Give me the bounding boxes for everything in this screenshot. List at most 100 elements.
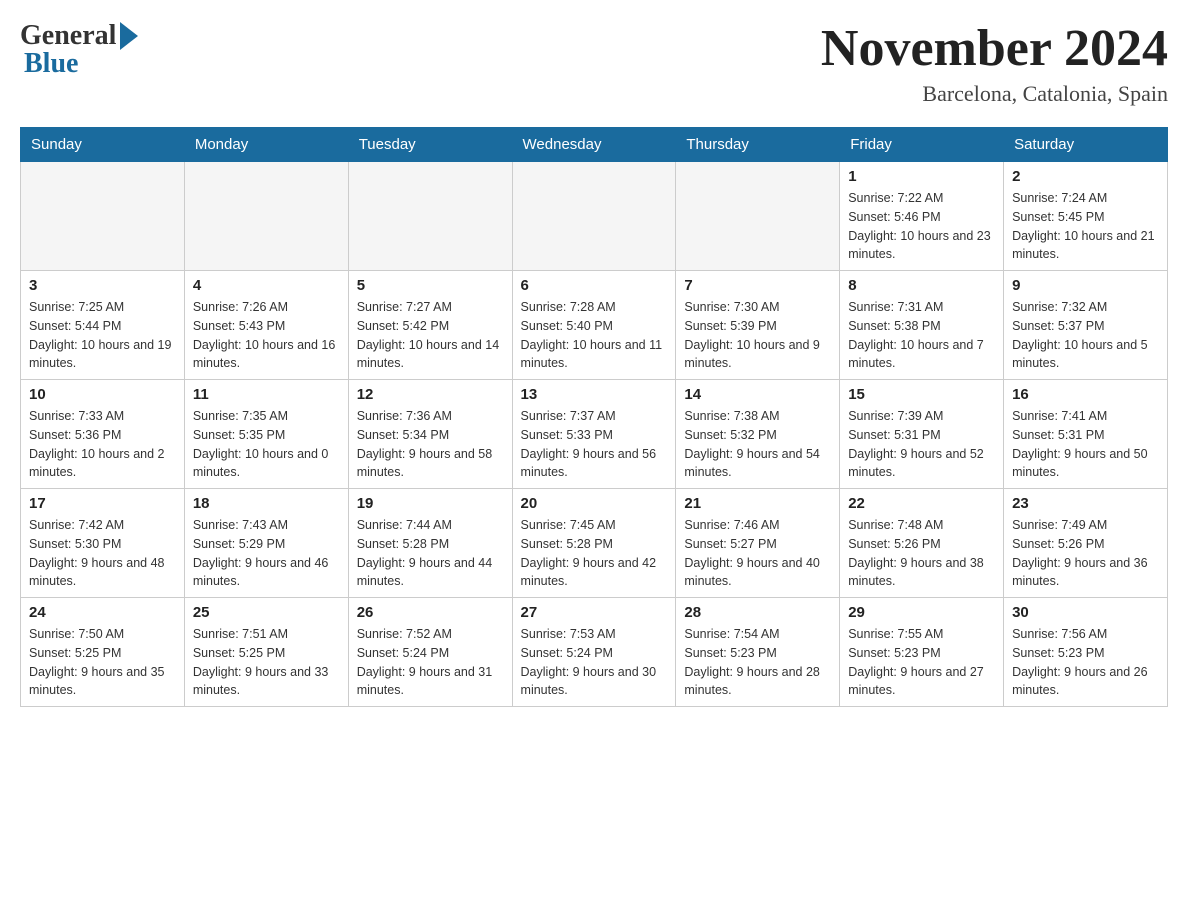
day-info: Sunrise: 7:48 AM Sunset: 5:26 PM Dayligh… [848, 516, 995, 591]
location-title: Barcelona, Catalonia, Spain [821, 81, 1168, 107]
day-cell: 24 Sunrise: 7:50 AM Sunset: 5:25 PM Dayli… [21, 598, 185, 707]
day-cell: 25 Sunrise: 7:51 AM Sunset: 5:25 PM Dayli… [184, 598, 348, 707]
day-number: 2 [1012, 168, 1159, 185]
day-number: 20 [521, 495, 668, 512]
day-number: 19 [357, 495, 504, 512]
day-info: Sunrise: 7:50 AM Sunset: 5:25 PM Dayligh… [29, 625, 176, 700]
day-number: 23 [1012, 495, 1159, 512]
day-cell: 18Sunrise: 7:43 AM Sunset: 5:29 PM Dayli… [184, 489, 348, 598]
day-cell [348, 162, 512, 271]
day-cell: 29Sunrise: 7:55 AM Sunset: 5:23 PM Dayli… [840, 598, 1004, 707]
day-info: Sunrise: 7:44 AM Sunset: 5:28 PM Dayligh… [357, 516, 504, 591]
logo: General Blue [20, 20, 138, 80]
week-row-2: 3 Sunrise: 7:25 AM Sunset: 5:44 PM Daylig… [21, 271, 1168, 380]
day-info: Sunrise: 7:37 AM Sunset: 5:33 PM Dayligh… [521, 407, 668, 482]
calendar-header-row: SundayMondayTuesdayWednesdayThursdayFrid… [21, 128, 1168, 162]
day-info: Sunrise: 7:38 AM Sunset: 5:32 PM Dayligh… [684, 407, 831, 482]
day-info: Sunrise: 7:30 AM Sunset: 5:39 PM Dayligh… [684, 298, 831, 373]
month-title: November 2024 [821, 20, 1168, 77]
day-number: 24 [29, 604, 176, 621]
day-info: Sunrise: 7:49 AM Sunset: 5:26 PM Dayligh… [1012, 516, 1159, 591]
day-info: Sunrise: 7:55 AM Sunset: 5:23 PM Dayligh… [848, 625, 995, 700]
day-cell: 16 Sunrise: 7:41 AM Sunset: 5:31 PM Dayli… [1004, 380, 1168, 489]
day-info: Sunrise: 7:33 AM Sunset: 5:36 PM Dayligh… [29, 407, 176, 482]
day-cell: 8Sunrise: 7:31 AM Sunset: 5:38 PM Daylig… [840, 271, 1004, 380]
calendar-header-thursday: Thursday [676, 128, 840, 162]
day-cell: 30 Sunrise: 7:56 AM Sunset: 5:23 PM Dayli… [1004, 598, 1168, 707]
day-cell: 17 Sunrise: 7:42 AM Sunset: 5:30 PM Dayli… [21, 489, 185, 598]
day-cell: 22 Sunrise: 7:48 AM Sunset: 5:26 PM Dayli… [840, 489, 1004, 598]
day-info: Sunrise: 7:32 AM Sunset: 5:37 PM Dayligh… [1012, 298, 1159, 373]
calendar-header-friday: Friday [840, 128, 1004, 162]
day-cell: 6Sunrise: 7:28 AM Sunset: 5:40 PM Daylig… [512, 271, 676, 380]
day-info: Sunrise: 7:35 AM Sunset: 5:35 PM Dayligh… [193, 407, 340, 482]
day-info: Sunrise: 7:46 AM Sunset: 5:27 PM Dayligh… [684, 516, 831, 591]
day-number: 16 [1012, 386, 1159, 403]
day-cell [184, 162, 348, 271]
calendar-header-tuesday: Tuesday [348, 128, 512, 162]
day-number: 10 [29, 386, 176, 403]
day-info: Sunrise: 7:41 AM Sunset: 5:31 PM Dayligh… [1012, 407, 1159, 482]
day-number: 25 [193, 604, 340, 621]
logo-blue-text: Blue [20, 48, 78, 80]
day-cell: 12 Sunrise: 7:36 AM Sunset: 5:34 PM Dayli… [348, 380, 512, 489]
day-info: Sunrise: 7:31 AM Sunset: 5:38 PM Dayligh… [848, 298, 995, 373]
day-cell: 27Sunrise: 7:53 AM Sunset: 5:24 PM Dayli… [512, 598, 676, 707]
calendar-header-wednesday: Wednesday [512, 128, 676, 162]
week-row-5: 24 Sunrise: 7:50 AM Sunset: 5:25 PM Dayli… [21, 598, 1168, 707]
day-cell: 4 Sunrise: 7:26 AM Sunset: 5:43 PM Daylig… [184, 271, 348, 380]
day-info: Sunrise: 7:45 AM Sunset: 5:28 PM Dayligh… [521, 516, 668, 591]
day-info: Sunrise: 7:27 AM Sunset: 5:42 PM Dayligh… [357, 298, 504, 373]
day-info: Sunrise: 7:36 AM Sunset: 5:34 PM Dayligh… [357, 407, 504, 482]
day-number: 4 [193, 277, 340, 294]
day-info: Sunrise: 7:51 AM Sunset: 5:25 PM Dayligh… [193, 625, 340, 700]
day-cell: 14Sunrise: 7:38 AM Sunset: 5:32 PM Dayli… [676, 380, 840, 489]
day-cell [21, 162, 185, 271]
day-info: Sunrise: 7:56 AM Sunset: 5:23 PM Dayligh… [1012, 625, 1159, 700]
day-cell: 2Sunrise: 7:24 AM Sunset: 5:45 PM Daylig… [1004, 162, 1168, 271]
day-number: 30 [1012, 604, 1159, 621]
day-number: 18 [193, 495, 340, 512]
day-cell: 3 Sunrise: 7:25 AM Sunset: 5:44 PM Daylig… [21, 271, 185, 380]
day-info: Sunrise: 7:26 AM Sunset: 5:43 PM Dayligh… [193, 298, 340, 373]
day-cell: 20 Sunrise: 7:45 AM Sunset: 5:28 PM Dayli… [512, 489, 676, 598]
day-cell: 21 Sunrise: 7:46 AM Sunset: 5:27 PM Dayli… [676, 489, 840, 598]
week-row-3: 10 Sunrise: 7:33 AM Sunset: 5:36 PM Dayli… [21, 380, 1168, 489]
day-number: 9 [1012, 277, 1159, 294]
day-cell: 19 Sunrise: 7:44 AM Sunset: 5:28 PM Dayli… [348, 489, 512, 598]
day-number: 1 [848, 168, 995, 185]
day-cell: 13 Sunrise: 7:37 AM Sunset: 5:33 PM Dayli… [512, 380, 676, 489]
day-number: 28 [684, 604, 831, 621]
header: General Blue November 2024 Barcelona, Ca… [20, 20, 1168, 107]
day-number: 21 [684, 495, 831, 512]
day-cell: 7Sunrise: 7:30 AM Sunset: 5:39 PM Daylig… [676, 271, 840, 380]
week-row-4: 17 Sunrise: 7:42 AM Sunset: 5:30 PM Dayli… [21, 489, 1168, 598]
day-cell: 10 Sunrise: 7:33 AM Sunset: 5:36 PM Dayli… [21, 380, 185, 489]
calendar-table: SundayMondayTuesdayWednesdayThursdayFrid… [20, 127, 1168, 707]
week-row-1: 1Sunrise: 7:22 AM Sunset: 5:46 PM Daylig… [21, 162, 1168, 271]
calendar-header-monday: Monday [184, 128, 348, 162]
day-info: Sunrise: 7:54 AM Sunset: 5:23 PM Dayligh… [684, 625, 831, 700]
calendar-header-sunday: Sunday [21, 128, 185, 162]
day-number: 3 [29, 277, 176, 294]
day-number: 11 [193, 386, 340, 403]
calendar-header-saturday: Saturday [1004, 128, 1168, 162]
day-number: 12 [357, 386, 504, 403]
day-number: 5 [357, 277, 504, 294]
day-number: 26 [357, 604, 504, 621]
day-cell [512, 162, 676, 271]
day-cell: 1Sunrise: 7:22 AM Sunset: 5:46 PM Daylig… [840, 162, 1004, 271]
day-info: Sunrise: 7:42 AM Sunset: 5:30 PM Dayligh… [29, 516, 176, 591]
day-number: 13 [521, 386, 668, 403]
title-area: November 2024 Barcelona, Catalonia, Spai… [821, 20, 1168, 107]
day-cell: 28 Sunrise: 7:54 AM Sunset: 5:23 PM Dayli… [676, 598, 840, 707]
day-cell: 26 Sunrise: 7:52 AM Sunset: 5:24 PM Dayli… [348, 598, 512, 707]
day-cell: 9 Sunrise: 7:32 AM Sunset: 5:37 PM Daylig… [1004, 271, 1168, 380]
day-info: Sunrise: 7:25 AM Sunset: 5:44 PM Dayligh… [29, 298, 176, 373]
day-number: 22 [848, 495, 995, 512]
day-cell: 23 Sunrise: 7:49 AM Sunset: 5:26 PM Dayli… [1004, 489, 1168, 598]
day-cell: 11 Sunrise: 7:35 AM Sunset: 5:35 PM Dayli… [184, 380, 348, 489]
day-number: 17 [29, 495, 176, 512]
day-info: Sunrise: 7:52 AM Sunset: 5:24 PM Dayligh… [357, 625, 504, 700]
logo-arrow-icon [120, 22, 138, 50]
